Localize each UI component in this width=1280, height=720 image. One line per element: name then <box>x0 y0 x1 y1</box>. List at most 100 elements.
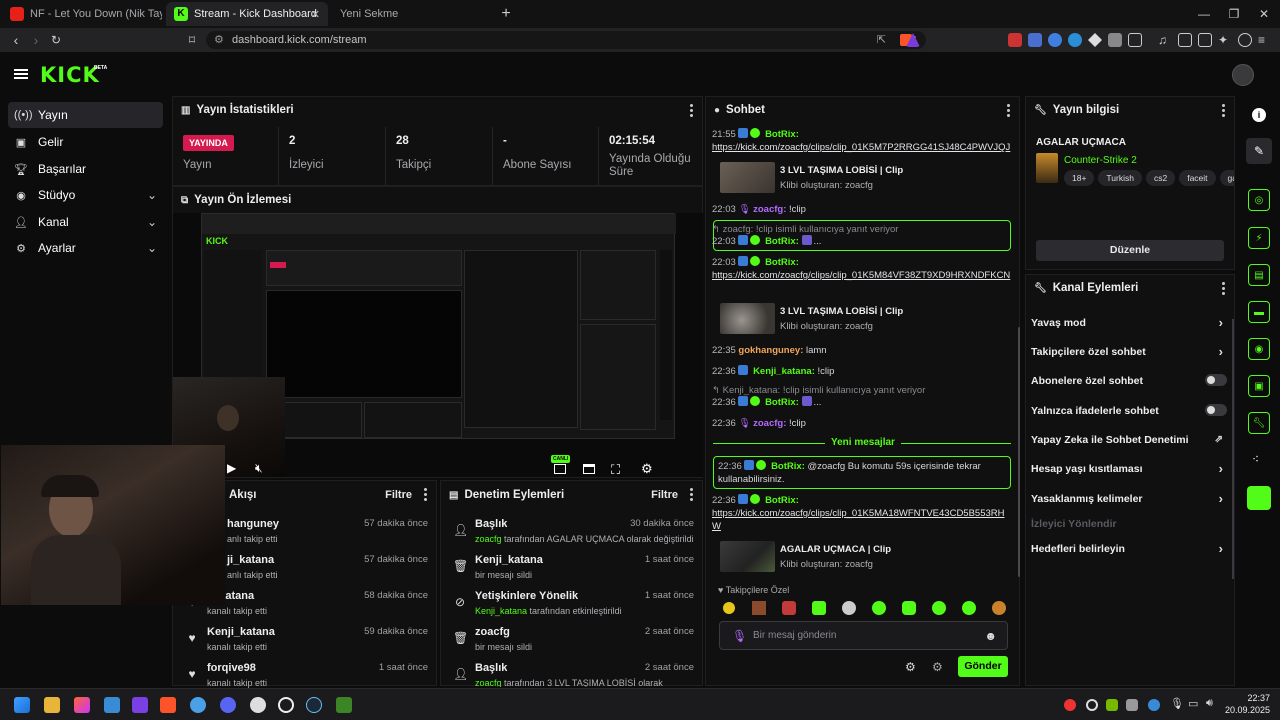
new-tab-icon[interactable]: + <box>498 6 514 22</box>
menu-icon[interactable]: ≡ <box>1258 33 1272 47</box>
activity-user[interactable]: hanguney <box>227 518 279 530</box>
tray-icon[interactable] <box>1064 699 1076 711</box>
app-green-icon[interactable] <box>1247 486 1271 510</box>
toggle-switch[interactable] <box>1205 404 1227 416</box>
close-window-icon[interactable]: ✕ <box>1256 6 1272 22</box>
extension-icon[interactable] <box>1088 33 1102 47</box>
emote-icon[interactable] <box>752 601 766 615</box>
tag[interactable]: faceit <box>1179 170 1216 186</box>
tray-icon[interactable] <box>1126 699 1138 711</box>
volume-icon[interactable]: 🔊︎ <box>1206 697 1213 710</box>
fullscreen-icon[interactable]: ⛶ <box>611 462 620 478</box>
msg-user[interactable]: zoacfg <box>753 418 783 429</box>
mod-action-title[interactable]: zoacfg <box>475 626 510 638</box>
brave-icon[interactable] <box>160 697 176 713</box>
tag[interactable]: 18+ <box>1064 170 1095 186</box>
sidebar-item-studyo[interactable]: ◉ Stüdyo ⌄ <box>8 182 163 208</box>
emote-icon[interactable] <box>842 601 856 615</box>
tag[interactable]: gam <box>1219 170 1234 186</box>
action-account-age[interactable]: Hesap yaşı kısıtlaması › <box>1031 461 1227 476</box>
sidebar-item-yayin[interactable]: ((•)) Yayın <box>8 102 163 128</box>
file-explorer-icon[interactable] <box>44 697 60 713</box>
forward-icon[interactable]: › <box>28 32 44 48</box>
minimize-icon[interactable]: — <box>1196 6 1212 22</box>
action-banned-words[interactable]: Yasaklanmış kelimeler › <box>1031 491 1227 506</box>
kebab-menu-icon[interactable] <box>424 487 428 501</box>
leo-ai-icon[interactable]: ✦ <box>1218 33 1232 47</box>
kebab-menu-icon[interactable] <box>1007 103 1011 117</box>
nvidia-icon[interactable] <box>1106 699 1118 711</box>
discord-icon[interactable] <box>220 697 236 713</box>
msg-user[interactable]: BotRix <box>765 257 796 268</box>
emote-icon[interactable] <box>962 601 976 615</box>
clip-card[interactable]: AGALAR UÇMACA | Clip Klibi oluşturan: zo… <box>720 541 990 573</box>
tray-icon[interactable] <box>1148 699 1160 711</box>
reload-icon[interactable]: ↻ <box>48 32 64 48</box>
extensions-puzzle-icon[interactable] <box>1128 33 1142 47</box>
app-icon[interactable] <box>250 697 266 713</box>
clapper-icon[interactable] <box>132 697 148 713</box>
action-ai-moderation[interactable]: Yapay Zeka ile Sohbet Denetimi ⇗ <box>1031 434 1227 446</box>
action-slow-mode[interactable]: Yavaş mod › <box>1031 315 1227 330</box>
broadcast-icon[interactable]: ◉ <box>1248 338 1270 360</box>
msg-user[interactable]: BotRix <box>765 495 796 506</box>
tag[interactable]: Turkish <box>1098 170 1142 186</box>
bookmark-icon[interactable]: ⌑ <box>184 32 200 48</box>
windows-start-icon[interactable] <box>14 697 30 713</box>
sidebar-item-basarilar[interactable]: 🏆︎ Başarılar <box>8 156 163 182</box>
msg-user[interactable]: gokhanguney <box>738 345 800 356</box>
theater-mode-icon[interactable] <box>583 464 595 474</box>
tag[interactable]: cs2 <box>1145 170 1176 186</box>
kebab-menu-icon[interactable] <box>1222 281 1226 295</box>
mod-user[interactable]: Kenji_katana <box>475 606 527 616</box>
extension-icon[interactable] <box>1048 33 1062 47</box>
edit-button[interactable]: Düzenle <box>1036 240 1224 261</box>
activity-user[interactable]: ji_katana <box>227 554 274 566</box>
chat-settings-icon[interactable]: ⚙ <box>905 660 916 674</box>
emote-icon[interactable] <box>782 601 796 615</box>
vpn-icon[interactable] <box>1238 33 1252 47</box>
msg-link[interactable]: https://kick.com/zoacfg/clips/clip_01K5M… <box>712 270 1010 281</box>
steam-icon[interactable] <box>306 697 322 713</box>
avatar[interactable] <box>1232 64 1254 86</box>
emote-icon[interactable] <box>812 601 826 615</box>
mod-action-title[interactable]: Kenji_katana <box>475 554 543 566</box>
video-player[interactable]: KICK ▶ 🔇︎ CANLI ⛶ ⚙ <box>173 213 703 477</box>
filter-button[interactable]: Filtre <box>651 489 678 501</box>
pencil-icon[interactable]: ✎ <box>1246 138 1272 164</box>
kebab-menu-icon[interactable] <box>690 487 694 501</box>
msg-user[interactable]: BotRix <box>771 461 802 472</box>
chat-input[interactable]: 🎙︎ Bir mesaj gönderin ☻ <box>719 621 1008 650</box>
info-icon[interactable]: i <box>1252 108 1266 122</box>
chat-icon[interactable]: ▬ <box>1248 301 1270 323</box>
lightning-icon[interactable]: ⚡︎ <box>1248 227 1270 249</box>
emote-icon[interactable] <box>992 601 1006 615</box>
chat-scrollbar[interactable] <box>1018 327 1020 577</box>
clock-time[interactable]: 22:37 <box>1226 693 1270 703</box>
document-icon[interactable]: ▤ <box>1248 264 1270 286</box>
emote-icon[interactable] <box>723 602 735 614</box>
msg-link[interactable]: https://kick.com/zoacfg/clips/clip_01K5M… <box>712 142 1010 153</box>
site-info-icon[interactable]: ⚙ <box>214 31 224 49</box>
photos-icon[interactable] <box>74 697 90 713</box>
sidebar-item-ayarlar[interactable]: ⚙ Ayarlar ⌄ <box>8 235 163 261</box>
action-set-goals[interactable]: Hedefleri belirleyin › <box>1031 541 1227 556</box>
mod-user[interactable]: zoacfg <box>475 678 502 687</box>
mute-icon[interactable]: 🔇︎ <box>255 461 263 476</box>
clock-date[interactable]: 20.09.2025 <box>1222 705 1270 715</box>
tab-kick-dashboard[interactable]: K Stream - Kick Dashboard ✕ <box>166 2 328 26</box>
close-tab-icon[interactable]: ✕ <box>311 8 320 21</box>
tab-new[interactable]: Yeni Sekme <box>332 2 492 26</box>
emote-icon[interactable] <box>932 601 946 615</box>
wallet-icon[interactable] <box>1198 33 1212 47</box>
tab-youtube[interactable]: NF - Let You Down (Nik Taylor Techn <box>2 2 162 26</box>
bot-icon[interactable]: ⚙ <box>932 660 943 674</box>
msg-link[interactable]: https://kick.com/zoacfg/clips/clip_01K5M… <box>712 508 1005 532</box>
music-icon[interactable]: ♫ <box>1158 33 1172 47</box>
kick-logo[interactable]: KICK <box>40 63 100 87</box>
extension-icon[interactable] <box>1108 33 1122 47</box>
activity-user[interactable]: forqive98 <box>207 662 256 674</box>
url-field[interactable]: ⚙ dashboard.kick.com/stream ⇱ 3 <box>206 31 926 49</box>
sidebar-toggle-icon[interactable] <box>1178 33 1192 47</box>
activity-user[interactable]: Kenji_katana <box>207 626 275 638</box>
